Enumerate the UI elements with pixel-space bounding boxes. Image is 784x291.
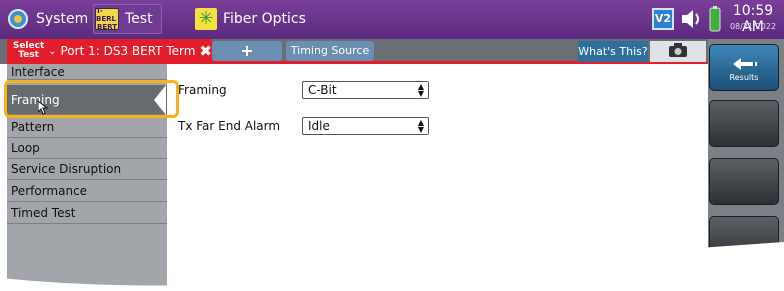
clock-date: 08/21/2022 xyxy=(729,22,777,31)
page-curl-decoration xyxy=(0,242,784,291)
framing-select[interactable]: C-Bit ▲ ▼ xyxy=(302,81,429,99)
tab-fiber-optics-label: Fiber Optics xyxy=(223,11,306,27)
tab-test[interactable]: T-BERL BERT Test xyxy=(95,4,153,34)
nav-item-interface[interactable]: Interface xyxy=(7,64,167,80)
port-tab[interactable]: Select Test ⌄ Port 1: DS3 BERT Term ✖ xyxy=(7,39,212,63)
updown-arrows-icon: ▲ ▼ xyxy=(417,118,424,134)
screenshot-button[interactable] xyxy=(650,41,706,62)
framing-label: Framing xyxy=(178,83,227,97)
bert-test-icon: T-BERL BERT xyxy=(95,7,119,31)
close-icon[interactable]: ✖ xyxy=(199,42,212,60)
nav-item-service-disruption[interactable]: Service Disruption xyxy=(7,158,167,180)
fiber-optics-icon: ✳ xyxy=(195,8,217,30)
chevron-down-icon[interactable]: ⌄ xyxy=(48,46,56,57)
framing-select-value: C-Bit xyxy=(308,83,337,97)
tx-far-end-alarm-select-value: Idle xyxy=(308,119,330,133)
nav-item-performance[interactable]: Performance xyxy=(7,180,167,202)
tab-test-label: Test xyxy=(125,11,153,27)
gear-icon xyxy=(6,7,30,31)
rail-button-3[interactable] xyxy=(709,158,779,205)
rail-button-2[interactable] xyxy=(709,100,779,147)
selection-highlight xyxy=(4,80,179,118)
tab-fiber-optics[interactable]: ✳ Fiber Optics xyxy=(195,4,306,34)
nav-item-timed-test[interactable]: Timed Test xyxy=(7,202,167,224)
add-test-button[interactable]: + xyxy=(212,41,282,61)
whats-this-button[interactable]: What's This? xyxy=(578,41,648,62)
nav-item-loop[interactable]: Loop xyxy=(7,137,167,159)
battery-icon xyxy=(709,6,721,32)
tab-system-label: System xyxy=(36,11,89,27)
results-label: Results xyxy=(729,73,759,82)
cursor-icon xyxy=(37,99,49,115)
tx-far-end-alarm-label: Tx Far End Alarm xyxy=(178,119,281,133)
tab-system[interactable]: System xyxy=(6,4,88,34)
tx-far-end-alarm-select[interactable]: Idle ▲ ▼ xyxy=(302,117,429,135)
v2-status-icon[interactable]: V2 xyxy=(652,8,674,30)
port-tab-label: Port 1: DS3 BERT Term xyxy=(60,44,196,58)
camera-icon xyxy=(668,42,688,62)
select-test-label[interactable]: Select Test xyxy=(11,42,46,60)
speaker-icon[interactable] xyxy=(680,8,704,30)
back-arrow-icon xyxy=(733,55,759,70)
results-button[interactable]: Results xyxy=(709,44,779,91)
nav-item-pattern[interactable]: Pattern xyxy=(7,116,167,138)
updown-arrows-icon: ▲ ▼ xyxy=(417,82,424,98)
tab-timing-source[interactable]: Timing Source xyxy=(286,41,374,61)
